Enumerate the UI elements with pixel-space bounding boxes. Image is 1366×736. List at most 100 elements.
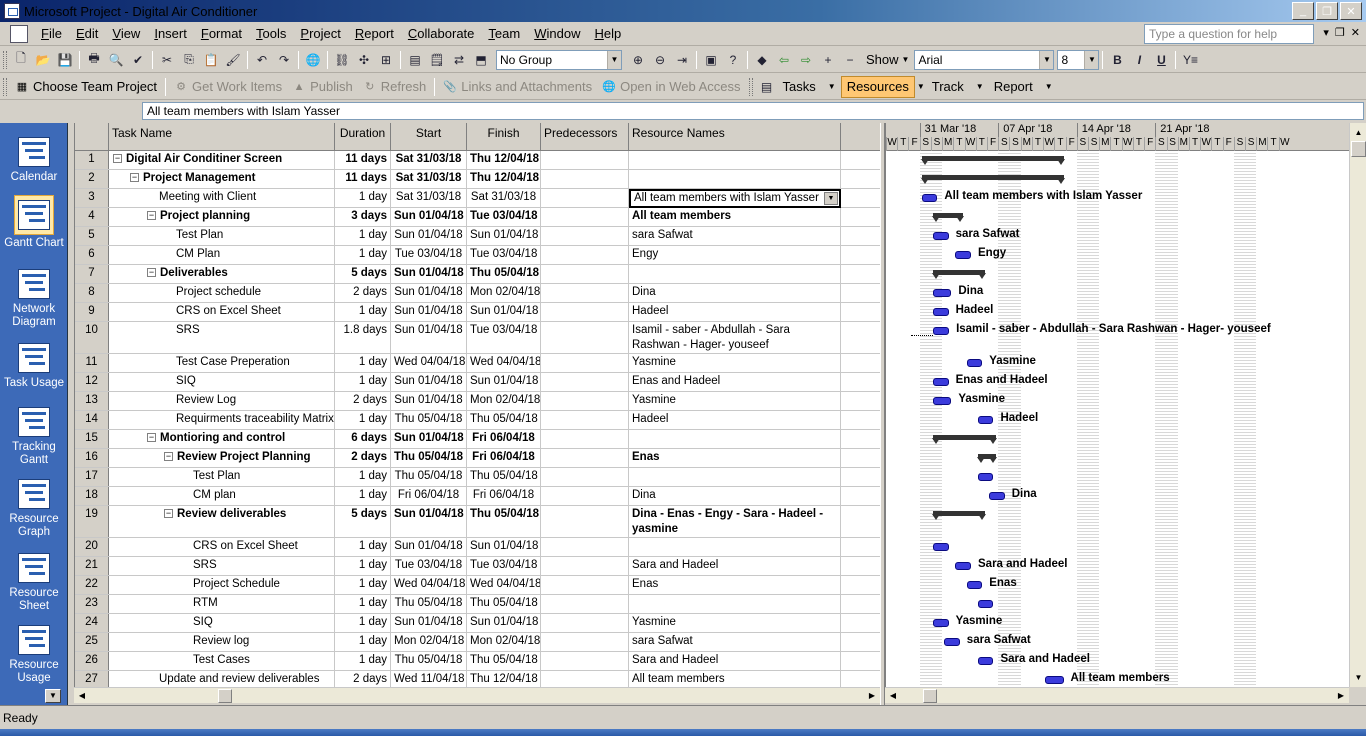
task-name-cell[interactable]: Update and review deliverables [109,671,335,687]
scroll-down-arrow[interactable]: ▼ [1351,670,1366,685]
row-number[interactable]: 24 [75,614,109,632]
res-cell[interactable] [629,595,841,613]
row-number[interactable]: 16 [75,449,109,467]
view-task-usage[interactable]: Task Usage [0,343,68,390]
start-cell[interactable]: Thu 05/04/18 [391,468,467,486]
gantt-horizontal-scrollbar[interactable]: ◀ ▶ [885,687,1349,703]
column-header-start[interactable]: Start [391,123,467,151]
row-number[interactable]: 14 [75,411,109,429]
task-name-cell[interactable]: − Montioring and control [109,430,335,448]
table-row[interactable]: 1− Digital Air Conditiner Screen 11 days Sa… [75,151,880,170]
hyperlink-globe-icon[interactable]: 🌐 [303,50,323,70]
task-bar[interactable] [1045,676,1064,684]
column-header-resource-names[interactable]: Resource Names [629,123,841,151]
indent-right-icon[interactable]: ⇨ [796,50,816,70]
task-name-cell[interactable]: SIQ [109,373,335,391]
zoom-in-icon[interactable]: ⊕ [628,50,648,70]
table-row[interactable]: 21 SRS 1 day Tue 03/04/18 Tue 03/04/18 Sara a… [75,557,880,576]
task-bar[interactable] [932,543,949,551]
assign-resources-icon[interactable]: ⇄ [449,50,469,70]
row-number[interactable]: 18 [75,487,109,505]
duration-cell[interactable]: 1 day [335,614,391,632]
start-cell[interactable]: Sun 01/04/18 [391,373,467,391]
scroll-up-arrow[interactable]: ▲ [1351,125,1366,140]
publish-button[interactable]: ▲ Publish [287,76,358,98]
start-cell[interactable]: Sun 01/04/18 [391,430,467,448]
table-row[interactable]: 20 CRS on Excel Sheet 1 day Sun 01/04/18 Sun… [75,538,880,557]
row-number[interactable]: 1 [75,151,109,169]
pred-cell[interactable] [541,633,629,651]
show-button[interactable]: Show ▼ [861,49,914,71]
pred-cell[interactable] [541,246,629,264]
group-select[interactable]: No Group ▼ [496,49,622,70]
finish-cell[interactable]: Tue 03/04/18 [467,322,541,353]
summary-bar[interactable] [976,454,998,463]
task-bar[interactable] [955,562,972,570]
menu-view[interactable]: View [105,23,147,45]
duration-cell[interactable]: 5 days [335,265,391,283]
spelling-icon[interactable]: ✔ [128,50,148,70]
start-cell[interactable]: Tue 03/04/18 [391,557,467,575]
menu-format[interactable]: Format [194,23,249,45]
task-bar[interactable] [977,600,994,608]
entry-field[interactable]: All team members with Islam Yasser [142,102,1364,120]
goto-task-icon[interactable]: ⇥ [672,50,692,70]
pred-cell[interactable] [541,373,629,391]
row-number[interactable]: 21 [75,557,109,575]
row-number[interactable]: 23 [75,595,109,613]
task-name-cell[interactable]: SRS [109,557,335,575]
task-name-cell[interactable]: SIQ [109,614,335,632]
task-name-cell[interactable]: CRS on Excel Sheet [109,538,335,556]
table-row[interactable]: 26 Test Cases 1 day Thu 05/04/18 Thu 05/04/1… [75,652,880,671]
duration-cell[interactable]: 5 days [335,506,391,537]
report-menu-button[interactable]: Report ▼ [989,76,1058,98]
scroll-left-arrow[interactable]: ◀ [75,689,89,703]
pred-cell[interactable] [541,284,629,302]
menu-tools[interactable]: Tools [249,23,293,45]
task-name-cell[interactable]: Review Log [109,392,335,410]
task-name-cell[interactable]: Test Plan [109,468,335,486]
start-cell[interactable]: Sun 01/04/18 [391,208,467,226]
finish-cell[interactable]: Thu 12/04/18 [467,671,541,687]
link-tasks-icon[interactable]: ⛓ [332,50,352,70]
project-guide-icon[interactable]: ▤ [757,77,777,97]
scroll-thumb[interactable] [1351,141,1366,157]
table-row[interactable]: 4− Project planning 3 days Sun 01/04/18 Tue … [75,208,880,227]
row-number[interactable]: 12 [75,373,109,391]
row-number[interactable]: 8 [75,284,109,302]
filter-icon[interactable]: Y≡ [1180,50,1200,70]
row-number[interactable]: 13 [75,392,109,410]
task-bar[interactable] [977,416,994,424]
res-cell[interactable]: Dina [629,487,841,505]
summary-bar[interactable] [920,156,1065,165]
scroll-left-arrow[interactable]: ◀ [886,689,900,703]
task-name-cell[interactable]: Test Case Preperation [109,354,335,372]
task-name-cell[interactable]: Test Cases [109,652,335,670]
document-icon[interactable] [10,24,28,43]
scroll-right-arrow[interactable]: ▶ [1334,689,1348,703]
finish-cell[interactable]: Fri 06/04/18 [467,430,541,448]
underline-icon[interactable]: U [1151,50,1171,70]
row-number[interactable]: 17 [75,468,109,486]
task-bar[interactable] [944,638,960,646]
res-cell[interactable]: All team members [629,208,841,226]
column-header-finish[interactable]: Finish [467,123,541,151]
start-cell[interactable]: Thu 05/04/18 [391,595,467,613]
scroll-right-arrow[interactable]: ▶ [865,689,879,703]
cut-icon[interactable]: ✂ [157,50,177,70]
resource-edit-cell[interactable]: All team members with Islam Yasser ▼ [629,189,841,208]
pred-cell[interactable] [541,392,629,410]
finish-cell[interactable]: Thu 05/04/18 [467,411,541,429]
finish-cell[interactable]: Tue 03/04/18 [467,208,541,226]
pred-cell[interactable] [541,652,629,670]
row-number[interactable]: 9 [75,303,109,321]
start-cell[interactable]: Wed 04/04/18 [391,354,467,372]
duration-cell[interactable]: 11 days [335,151,391,169]
scroll-thumb[interactable] [218,689,232,703]
menu-window[interactable]: Window [527,23,587,45]
duration-cell[interactable]: 1 day [335,595,391,613]
menu-insert[interactable]: Insert [147,23,194,45]
pred-cell[interactable] [541,487,629,505]
table-row[interactable]: 19− Review deliverables 5 days Sun 01/04/18… [75,506,880,538]
row-number[interactable]: 25 [75,633,109,651]
